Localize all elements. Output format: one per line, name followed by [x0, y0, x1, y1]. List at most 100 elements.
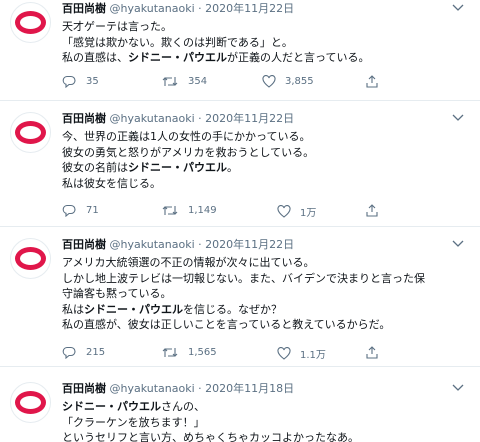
share-icon — [366, 346, 378, 359]
tweet[interactable]: 百田尚樹 @hyakutanaoki · 2020年11月22日 天才ゲーテは言… — [0, 0, 480, 100]
tweet-header: 百田尚樹 @hyakutanaoki · 2020年11月22日 — [62, 238, 294, 252]
avatar[interactable] — [10, 2, 51, 43]
tweet-text-line: しかし地上波テレビは一切報じない。また、バイデンで決まりと言った保 — [62, 271, 425, 287]
highlighted-phrase: シドニー・パウエル — [128, 51, 227, 64]
text-segment: さんの、 — [161, 400, 205, 413]
text-segment: 天才ゲーテは言った。 — [62, 20, 172, 33]
tweet-text-line: 私はシドニー・パウエルを信じる。なぜか？ — [62, 302, 425, 318]
tweet-text-line: アメリカ大統領選の不正の情報が次々に出ている。 — [62, 255, 425, 271]
reply-icon — [62, 75, 76, 88]
tweet-divider — [0, 366, 480, 367]
tweet-text-line: 守論客も黙っている。 — [62, 286, 425, 302]
text-segment: 今、世界の正義は1人の女性の手にかかっている。 — [62, 130, 311, 143]
share-icon — [366, 75, 378, 88]
tweet-text: アメリカ大統領選の不正の情報が次々に出ている。しかし地上波テレビは一切報じない。… — [62, 255, 425, 333]
retweet-button[interactable]: 354 — [162, 75, 207, 88]
tweet-header: 百田尚樹 @hyakutanaoki · 2020年11月22日 — [62, 112, 294, 126]
tweet-actions: 71 1,149 1万 — [62, 204, 462, 220]
text-segment: が正義の人だと言っている。 — [227, 51, 370, 64]
text-segment: を信じる。なぜか？ — [183, 302, 282, 316]
tweet-text-line: 彼女の勇気と怒りがアメリカを救おうとしている。 — [62, 145, 314, 161]
text-segment: 私の直感が、彼女は正しいことを言っていると教えているからだ。 — [62, 318, 391, 331]
author-name[interactable]: 百田尚樹 — [62, 382, 106, 395]
tweet[interactable]: 百田尚樹 @hyakutanaoki · 2020年11月18日 シドニー・パウ… — [0, 380, 480, 442]
reply-count: 35 — [86, 76, 99, 87]
text-segment: アメリカ大統領選の不正の情報が次々に出ている。 — [62, 256, 315, 269]
tweet-text-line: 彼女の名前はシドニー・パウエル。 — [62, 160, 314, 176]
text-segment: というセリフと言い方、めちゃくちゃカッコよかったなあ。 — [62, 431, 359, 442]
tweet-text: 今、世界の正義は1人の女性の手にかかっている。 彼女の勇気と怒りがアメリカを救おう… — [62, 129, 314, 191]
text-segment: 彼女の勇気と怒りがアメリカを救おうとしている。 — [62, 145, 315, 159]
tweet-text-line: 「クラーケンを放ちます！」 — [62, 415, 359, 431]
tweet-header: 百田尚樹 @hyakutanaoki · 2020年11月22日 — [62, 2, 294, 16]
tweet-text-line: 「感覚は欺かない。欺くのは判断である」と。 — [62, 35, 369, 51]
like-count: 1.1万 — [300, 350, 326, 361]
retweet-count: 1,149 — [188, 205, 217, 216]
reply-button[interactable]: 215 — [62, 346, 105, 359]
text-segment: しかし地上波テレビは一切報じない。また、バイデンで決まりと言った保 — [62, 271, 425, 285]
tweet[interactable]: 百田尚樹 @hyakutanaoki · 2020年11月22日 今、世界の正義… — [0, 110, 480, 226]
retweet-count: 354 — [188, 76, 208, 87]
author-name[interactable]: 百田尚樹 — [62, 2, 106, 15]
reply-icon — [62, 346, 76, 359]
text-segment: 私は — [62, 302, 84, 316]
retweet-icon — [162, 206, 178, 215]
tweet[interactable]: 百田尚樹 @hyakutanaoki · 2020年11月22日 アメリカ大統領… — [0, 236, 480, 366]
author-handle-date[interactable]: @hyakutanaoki · 2020年11月22日 — [110, 112, 295, 125]
tweet-timeline: 百田尚樹 @hyakutanaoki · 2020年11月22日 天才ゲーテは言… — [0, 0, 480, 442]
like-button[interactable]: 3,855 — [262, 75, 314, 88]
text-segment: 「感覚は欺かない。欺くのは判断である」と。 — [62, 35, 293, 49]
tweet-text-line: 今、世界の正義は1人の女性の手にかかっている。 — [62, 129, 314, 145]
tweet-text-line: というセリフと言い方、めちゃくちゃカッコよかったなあ。 — [62, 430, 359, 442]
like-count: 1万 — [300, 208, 317, 219]
text-segment: 「クラーケンを放ちます！」 — [62, 415, 205, 429]
avatar[interactable] — [10, 382, 51, 423]
more-options-icon[interactable] — [450, 382, 466, 394]
share-button[interactable] — [365, 75, 389, 88]
tweet-header: 百田尚樹 @hyakutanaoki · 2020年11月18日 — [62, 382, 294, 396]
tweet-actions: 215 1,565 1.1万 — [62, 346, 462, 362]
tweet-actions: 35 354 3,855 — [62, 75, 462, 91]
share-icon — [366, 204, 378, 217]
share-button[interactable] — [365, 204, 389, 217]
like-count: 3,855 — [285, 76, 314, 87]
text-segment: 私の直感は、 — [62, 51, 128, 64]
tweet-text-line: 私は彼女を信じる。 — [62, 176, 314, 192]
text-segment: 守論客も黙っている。 — [62, 287, 172, 300]
text-segment: 私は彼女を信じる。 — [62, 176, 161, 190]
retweet-icon — [162, 77, 178, 86]
author-handle-date[interactable]: @hyakutanaoki · 2020年11月18日 — [110, 382, 295, 395]
highlighted-phrase: シドニー・パウエル — [84, 302, 183, 316]
tweet-text-line: 天才ゲーテは言った。 — [62, 19, 369, 35]
reply-count: 215 — [86, 347, 106, 358]
like-button[interactable]: 1.1万 — [277, 346, 326, 361]
more-options-icon[interactable] — [450, 2, 466, 14]
author-name[interactable]: 百田尚樹 — [62, 112, 106, 125]
retweet-button[interactable]: 1,565 — [162, 346, 217, 359]
more-options-icon[interactable] — [450, 112, 466, 124]
tweet-text: シドニー・パウエルさんの、「クラーケンを放ちます！」というセリフと言い方、めちゃ… — [62, 399, 359, 442]
tweet-text: 天才ゲーテは言った。「感覚は欺かない。欺くのは判断である」と。 私の直感は、シドニ… — [62, 19, 369, 66]
text-segment: 彼女の名前は — [62, 161, 128, 174]
heart-icon — [277, 205, 291, 218]
reply-button[interactable]: 71 — [62, 204, 99, 217]
tweet-text-line: 私の直感は、シドニー・パウエルが正義の人だと言っている。 — [62, 50, 369, 66]
more-options-icon[interactable] — [450, 238, 466, 250]
author-name[interactable]: 百田尚樹 — [62, 238, 106, 251]
highlighted-phrase: シドニー・パウエル — [62, 400, 161, 413]
share-button[interactable] — [365, 346, 389, 359]
avatar[interactable] — [10, 238, 51, 279]
retweet-icon — [162, 348, 178, 357]
reply-icon — [62, 204, 76, 217]
like-button[interactable]: 1万 — [277, 204, 316, 219]
heart-icon — [277, 347, 291, 360]
reply-button[interactable]: 35 — [62, 75, 99, 88]
author-handle-date[interactable]: @hyakutanaoki · 2020年11月22日 — [110, 238, 295, 251]
heart-icon — [262, 75, 276, 88]
highlighted-phrase: シドニー・パウエル — [128, 161, 227, 174]
retweet-count: 1,565 — [188, 347, 217, 358]
tweet-divider — [0, 100, 480, 101]
retweet-button[interactable]: 1,149 — [162, 204, 217, 217]
avatar[interactable] — [10, 112, 51, 153]
author-handle-date[interactable]: @hyakutanaoki · 2020年11月22日 — [110, 2, 295, 15]
